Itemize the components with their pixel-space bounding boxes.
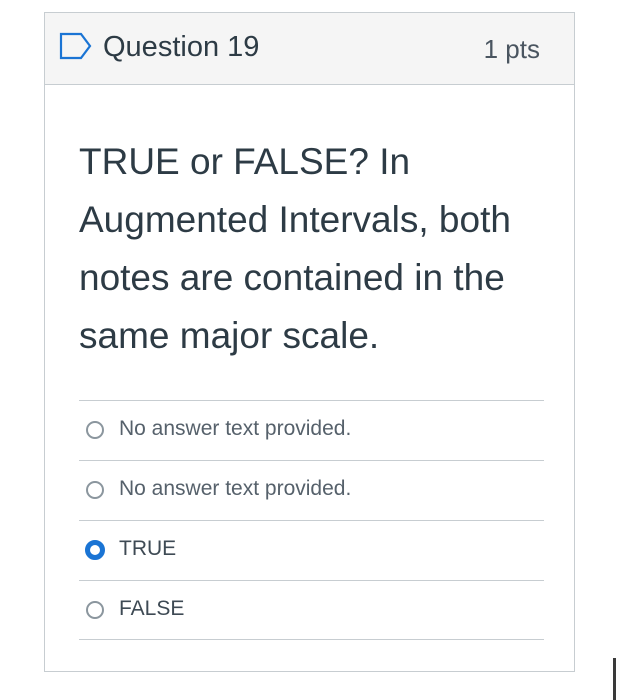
answer-option-2[interactable]: No answer text provided. bbox=[79, 460, 544, 520]
question-text-paragraph: TRUE or FALSE? In Augmented Intervals, b… bbox=[79, 141, 511, 356]
question-card: Question 19 1 pts TRUE or FALSE? In Augm… bbox=[44, 12, 575, 672]
radio-button-icon[interactable] bbox=[86, 481, 104, 499]
answer-option-true[interactable]: TRUE bbox=[79, 520, 544, 580]
scrollbar-handle[interactable] bbox=[613, 658, 616, 700]
answer-label[interactable]: TRUE bbox=[119, 537, 176, 561]
question-text: TRUE or FALSE? In Augmented Intervals, b… bbox=[79, 133, 539, 365]
answer-option-1[interactable]: No answer text provided. bbox=[79, 400, 544, 460]
answer-label[interactable]: No answer text provided. bbox=[119, 417, 351, 441]
answer-list: No answer text provided. No answer text … bbox=[79, 400, 544, 640]
answer-label[interactable]: FALSE bbox=[119, 597, 184, 621]
answer-label[interactable]: No answer text provided. bbox=[119, 477, 351, 501]
question-header: Question 19 1 pts bbox=[45, 13, 574, 85]
question-title: Question 19 bbox=[103, 31, 260, 63]
radio-button-icon[interactable] bbox=[86, 421, 104, 439]
page: Question 19 1 pts TRUE or FALSE? In Augm… bbox=[0, 0, 622, 700]
question-points: 1 pts bbox=[483, 34, 540, 64]
radio-button-selected-icon[interactable] bbox=[85, 540, 105, 560]
answer-option-false[interactable]: FALSE bbox=[79, 580, 544, 640]
flag-question-icon[interactable] bbox=[59, 32, 93, 60]
radio-button-icon[interactable] bbox=[86, 601, 104, 619]
